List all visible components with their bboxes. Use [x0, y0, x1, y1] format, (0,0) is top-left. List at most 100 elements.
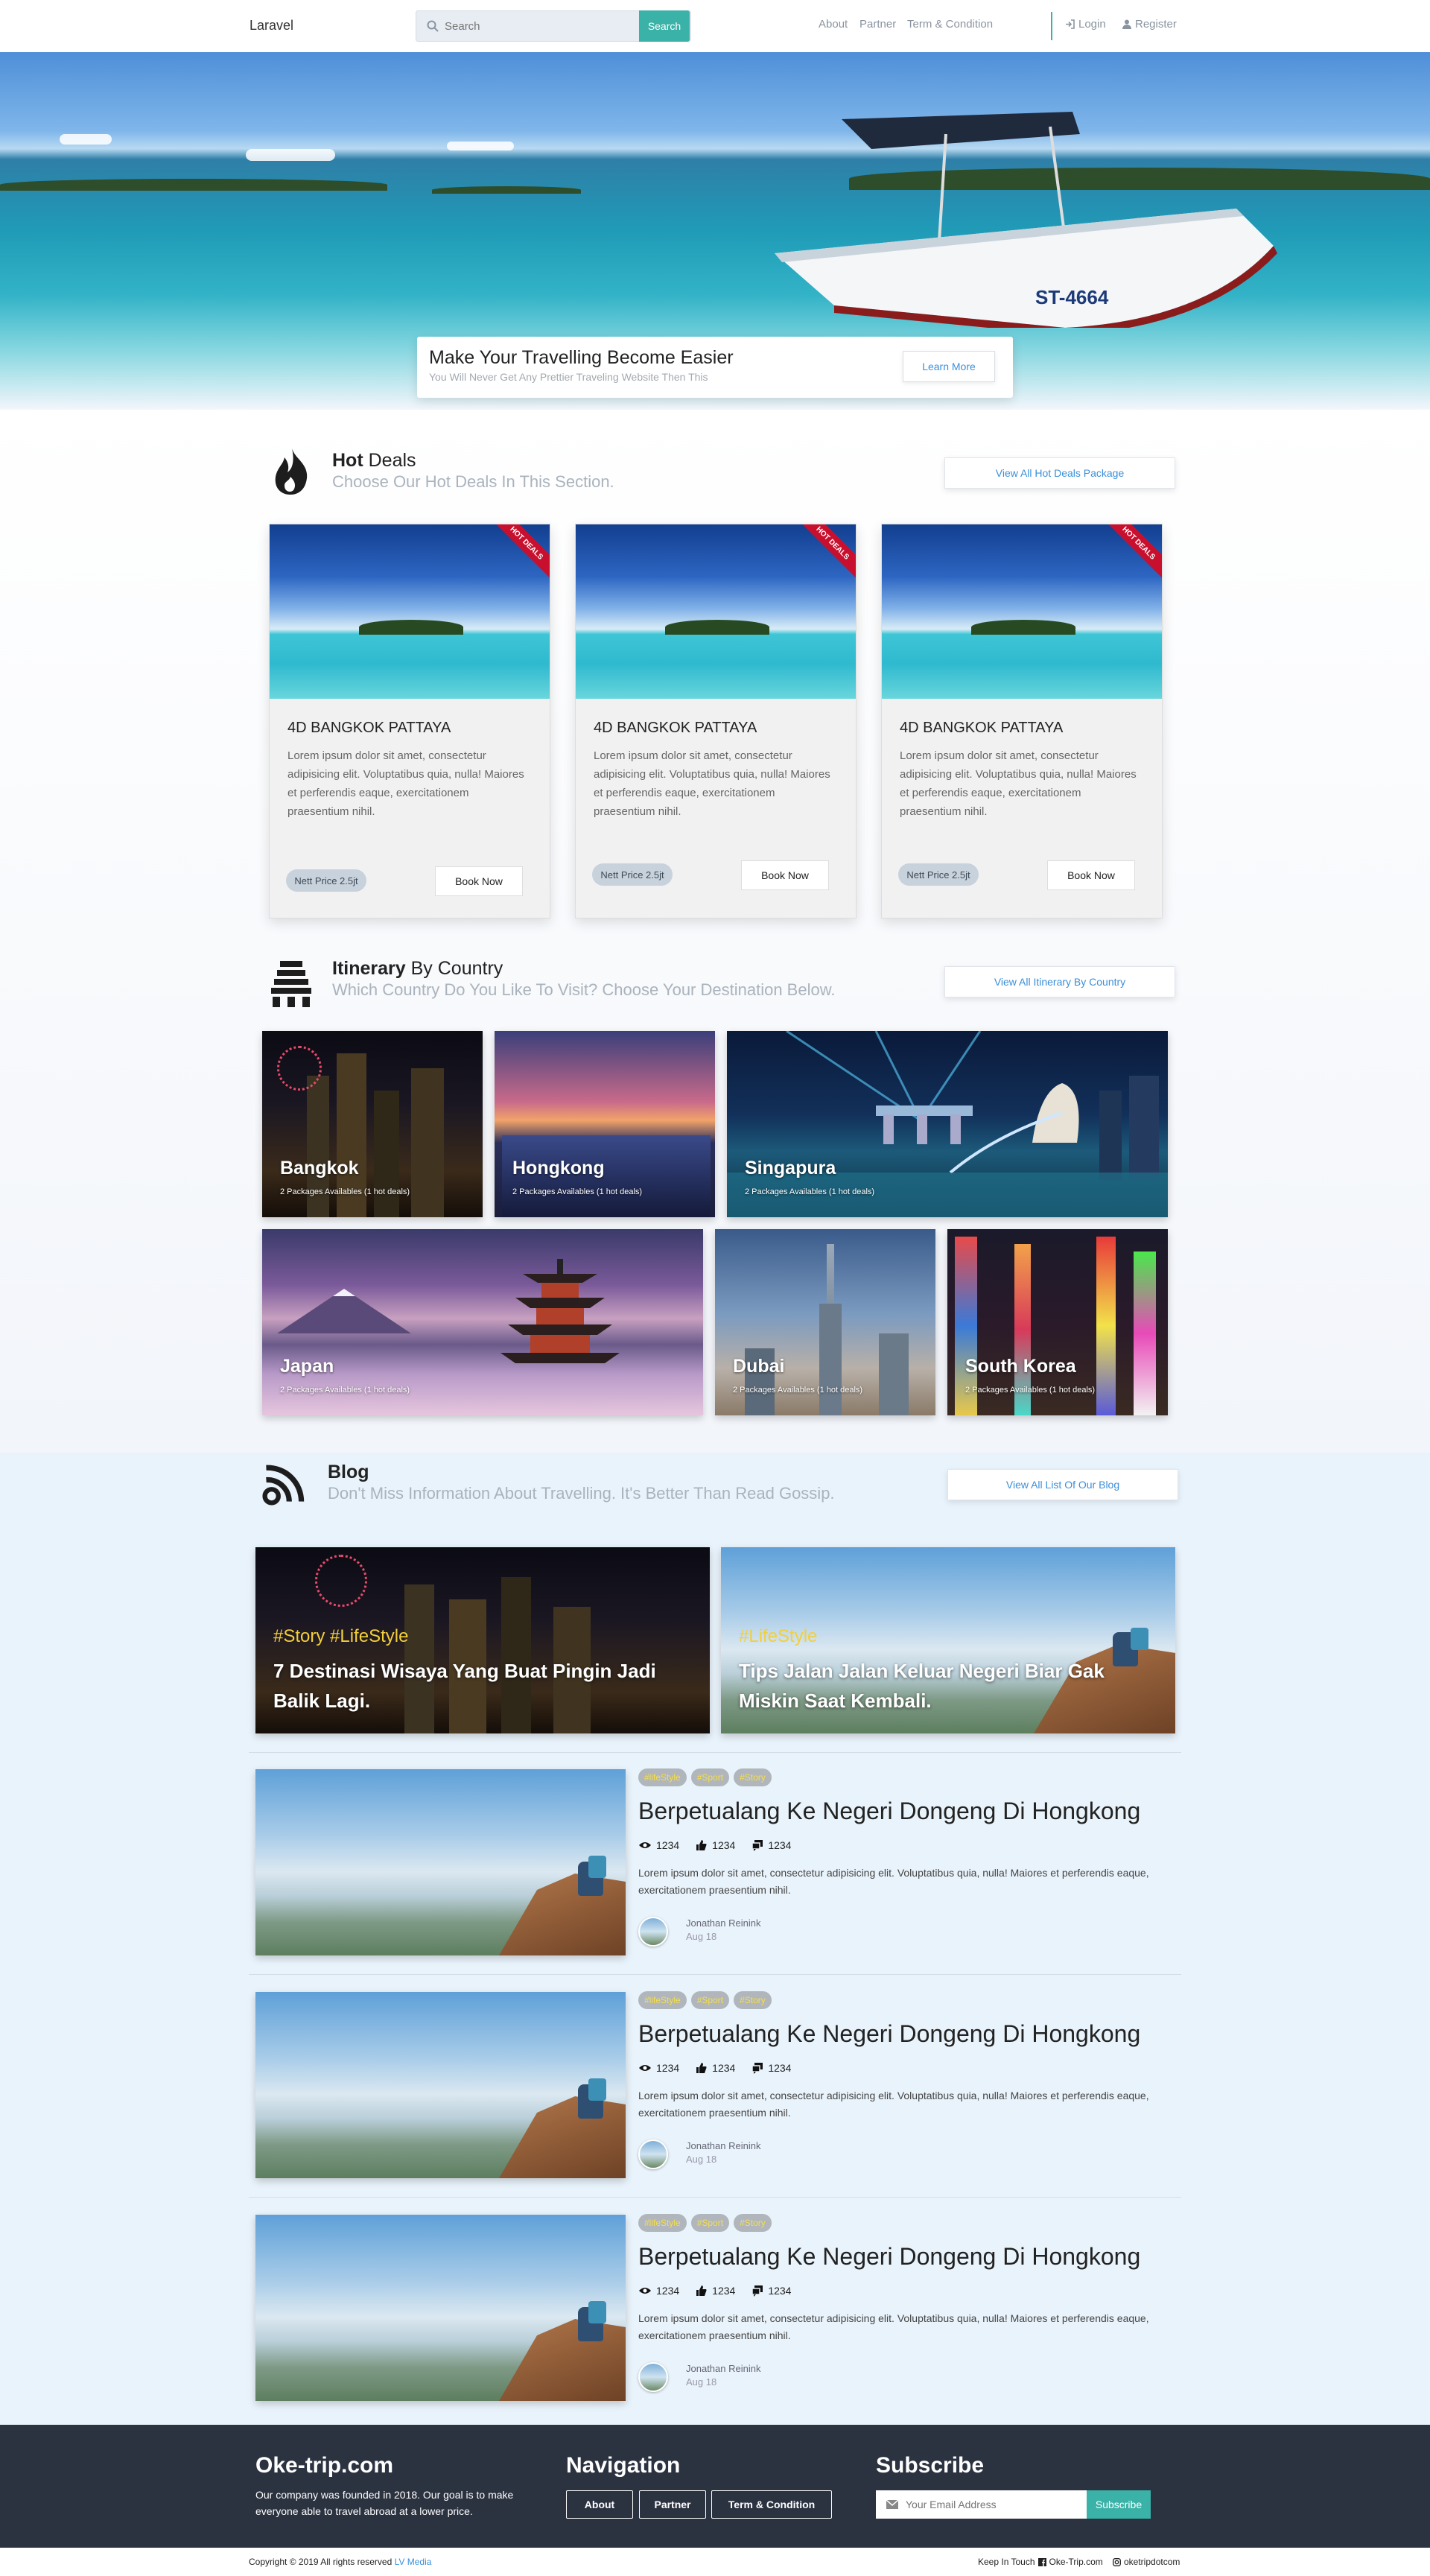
- country-tile-bangkok[interactable]: Bangkok 2 Packages Availables (1 hot dea…: [262, 1031, 483, 1217]
- view-all-itinerary-button[interactable]: View All Itinerary By Country: [944, 966, 1175, 997]
- nav-link-partner[interactable]: Partner: [859, 18, 896, 31]
- country-packages: 2 Packages Availables (1 hot deals): [280, 1187, 410, 1196]
- country-packages: 2 Packages Availables (1 hot deals): [733, 1386, 863, 1395]
- view-all-blog-button[interactable]: View All List Of Our Blog: [947, 1469, 1178, 1500]
- user-icon: [1122, 19, 1131, 29]
- lv-media-link[interactable]: LV Media: [395, 2557, 432, 2567]
- nav-link-terms[interactable]: Term & Condition: [907, 18, 993, 31]
- register-link[interactable]: Register: [1122, 18, 1177, 31]
- subscribe-button[interactable]: Subscribe: [1087, 2490, 1151, 2519]
- tag-badge[interactable]: #lifeStyle: [638, 1768, 687, 1786]
- country-tile-japan[interactable]: Japan 2 Packages Availables (1 hot deals…: [262, 1229, 703, 1415]
- tag-badge[interactable]: #Story: [734, 2214, 772, 2232]
- view-all-hot-deals-button[interactable]: View All Hot Deals Package: [944, 457, 1175, 489]
- post-image[interactable]: [255, 1992, 626, 2178]
- search-input[interactable]: [445, 11, 653, 41]
- post-excerpt: Lorem ipsum dolor sit amet, consectetur …: [638, 2312, 1149, 2341]
- island: [359, 620, 463, 635]
- backpack: [588, 2301, 606, 2323]
- post-title[interactable]: Berpetualang Ke Negeri Dongeng Di Hongko…: [638, 2243, 1140, 2271]
- country-name: Hongkong: [512, 1158, 605, 1178]
- island: [971, 620, 1075, 635]
- login-icon: [1066, 19, 1075, 29]
- post-stats: 1234 1234 1234: [638, 2062, 791, 2074]
- login-link[interactable]: Login: [1065, 18, 1106, 31]
- deal-description: Lorem ipsum dolor sit amet, consectetur …: [287, 749, 524, 818]
- facebook-link[interactable]: Oke-Trip.com: [1049, 2557, 1103, 2567]
- copyright: Copyright © 2019 All rights reserved LV …: [249, 2557, 432, 2567]
- country-tile-hongkong[interactable]: Hongkong 2 Packages Availables (1 hot de…: [495, 1031, 715, 1217]
- featured-post[interactable]: #Story #LifeStyle 7 Destinasi Wisaya Yan…: [255, 1547, 710, 1733]
- divider: [249, 2197, 1181, 2198]
- post-image[interactable]: [255, 2215, 626, 2401]
- featured-post[interactable]: #LifeStyle Tips Jalan Jalan Keluar Neger…: [721, 1547, 1175, 1733]
- likes-count: 1234: [712, 1839, 736, 1851]
- island: [432, 186, 581, 194]
- thumbs-up-icon: [696, 2285, 707, 2296]
- views-count: 1234: [656, 2285, 680, 2297]
- comments-count: 1234: [768, 2062, 792, 2074]
- hot-deals-title: Hot Deals: [332, 450, 416, 471]
- deal-title: 4D BANGKOK PATTAYA: [287, 720, 451, 736]
- tag-badge[interactable]: #Sport: [690, 2214, 730, 2232]
- tag-badge[interactable]: #Story: [734, 1768, 772, 1786]
- comments-icon: [751, 1840, 763, 1851]
- tag-badge[interactable]: #Sport: [690, 1991, 730, 2009]
- post-date: Aug 18: [686, 2376, 717, 2388]
- email-field[interactable]: [876, 2490, 1087, 2519]
- post-date: Aug 18: [686, 1931, 717, 1942]
- country-name: Japan: [280, 1356, 334, 1377]
- cloud: [60, 134, 112, 145]
- cloud: [447, 142, 514, 150]
- comments-icon: [751, 2063, 763, 2074]
- post-title[interactable]: Berpetualang Ke Negeri Dongeng Di Hongko…: [638, 2020, 1140, 2048]
- country-tile-singapura[interactable]: Singapura 2 Packages Availables (1 hot d…: [727, 1031, 1168, 1217]
- itinerary-subtitle: Which Country Do You Like To Visit? Choo…: [332, 980, 836, 999]
- likes-count: 1234: [712, 2285, 736, 2297]
- country-tile-dubai[interactable]: Dubai 2 Packages Availables (1 hot deals…: [715, 1229, 935, 1415]
- search-button[interactable]: Search: [639, 10, 690, 42]
- tag-badge[interactable]: #Story: [734, 1991, 772, 2009]
- country-name: Dubai: [733, 1356, 785, 1377]
- backpack: [588, 1856, 606, 1878]
- comments-count: 1234: [768, 2285, 792, 2297]
- footer-about-button[interactable]: About: [566, 2490, 633, 2519]
- rock: [499, 2319, 626, 2401]
- deal-description: Lorem ipsum dolor sit amet, consectetur …: [594, 749, 830, 818]
- deal-card[interactable]: HOT DEALS 4D BANGKOK PATTAYA Lorem ipsum…: [269, 524, 550, 919]
- comments-count: 1234: [768, 1839, 792, 1851]
- book-now-button[interactable]: Book Now: [1047, 860, 1135, 890]
- featured-title: Tips Jalan Jalan Keluar Negeri Biar Gak …: [739, 1660, 1105, 1712]
- footer-navigation-title: Navigation: [566, 2453, 681, 2478]
- views-count: 1234: [656, 2062, 680, 2074]
- post-date: Aug 18: [686, 2154, 717, 2165]
- fire-icon: [275, 448, 308, 495]
- footer-partner-button[interactable]: Partner: [639, 2490, 706, 2519]
- learn-more-button[interactable]: Learn More: [903, 351, 995, 382]
- deal-image: HOT DEALS: [576, 524, 856, 699]
- country-name: South Korea: [965, 1356, 1076, 1377]
- post-tags: #lifeStyle #Sport #Story: [638, 2214, 776, 2232]
- country-tile-south-korea[interactable]: South Korea 2 Packages Availables (1 hot…: [947, 1229, 1168, 1415]
- comments-icon: [751, 2285, 763, 2297]
- featured-tags: #Story #LifeStyle: [273, 1626, 409, 1646]
- price-badge: Nett Price 2.5jt: [286, 869, 366, 892]
- tag-badge[interactable]: #Sport: [690, 1768, 730, 1786]
- book-now-button[interactable]: Book Now: [741, 860, 829, 890]
- keep-in-touch-label: Keep In Touch: [978, 2557, 1035, 2567]
- post-image[interactable]: [255, 1769, 626, 1955]
- instagram-link[interactable]: oketripdotcom: [1124, 2557, 1180, 2567]
- nav-link-about[interactable]: About: [819, 18, 848, 31]
- brand-logo[interactable]: Laravel: [250, 18, 293, 34]
- deal-card[interactable]: HOT DEALS 4D BANGKOK PATTAYA Lorem ipsum…: [881, 524, 1163, 919]
- post-title[interactable]: Berpetualang Ke Negeri Dongeng Di Hongko…: [638, 1798, 1140, 1825]
- book-now-button[interactable]: Book Now: [435, 866, 523, 896]
- tag-badge[interactable]: #lifeStyle: [638, 2214, 687, 2232]
- deal-card[interactable]: HOT DEALS 4D BANGKOK PATTAYA Lorem ipsum…: [575, 524, 857, 919]
- post-tags: #lifeStyle #Sport #Story: [638, 1991, 776, 2009]
- eye-icon: [639, 2065, 651, 2071]
- footer-terms-button[interactable]: Term & Condition: [711, 2490, 832, 2519]
- author-avatar: [638, 2362, 668, 2392]
- backpack: [588, 2078, 606, 2101]
- tag-badge[interactable]: #lifeStyle: [638, 1991, 687, 2009]
